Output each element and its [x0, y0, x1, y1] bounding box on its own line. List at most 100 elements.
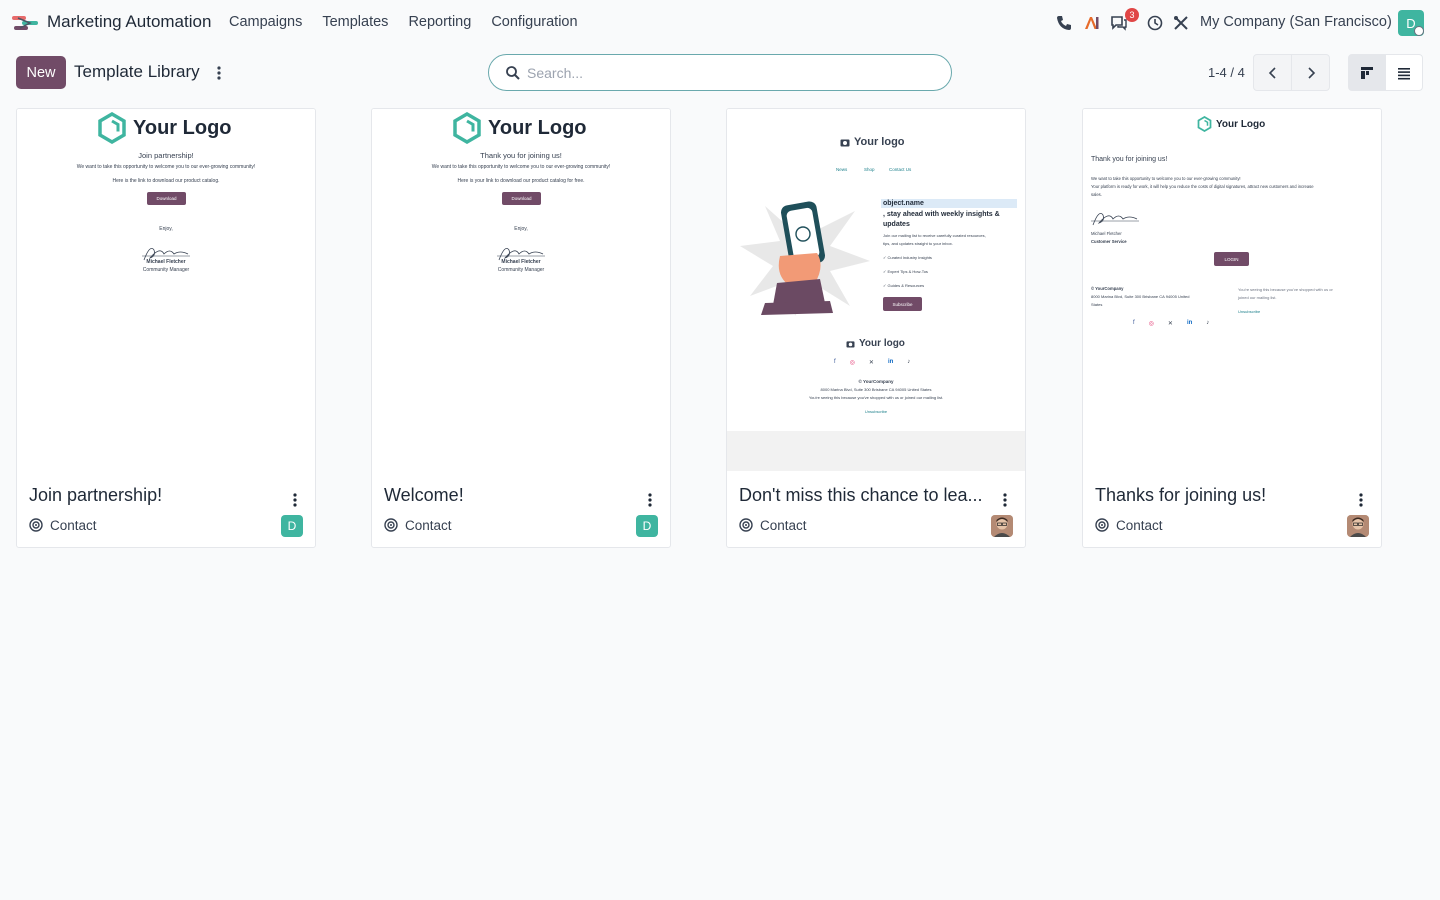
target-icon: [739, 518, 753, 532]
preview-download-button: Download: [147, 192, 186, 205]
kanban-view-button[interactable]: [1348, 54, 1386, 91]
template-preview[interactable]: Your Logo Join partnership! We want to t…: [17, 109, 315, 471]
x-icon: ✕: [868, 360, 874, 366]
template-preview[interactable]: Your Logo Thank you for joining us! We w…: [1083, 109, 1381, 471]
preview-logo-text: Your Logo: [133, 116, 232, 139]
instagram-icon: ◎: [849, 360, 855, 366]
preview-text: Here is your link to download our produc…: [457, 178, 585, 184]
preview-bullet: ✓ Expert Tips & How-Tos: [883, 269, 928, 274]
menu-configuration[interactable]: Configuration: [491, 14, 577, 30]
phone-hand-illustration: [740, 201, 870, 316]
card-kebab-icon[interactable]: [997, 491, 1013, 509]
card-kebab-icon[interactable]: [1353, 491, 1369, 509]
preview-headline: , stay ahead with weekly insights & upda…: [883, 211, 1000, 228]
linkedin-icon: in: [887, 359, 894, 365]
target-icon: [1095, 518, 1109, 532]
preview-address: States: [1091, 302, 1103, 307]
menu-campaigns[interactable]: Campaigns: [229, 14, 302, 30]
preview-nav-shop: Shop: [864, 167, 875, 172]
facebook-icon: f: [1133, 320, 1135, 326]
preview-role: Customer Service: [1091, 239, 1127, 244]
social-icons: f ◎ ✕ in ♪: [834, 359, 910, 366]
target-icon: [384, 518, 398, 532]
preview-signer: Michael Fletcher: [146, 259, 186, 265]
preview-bullet: ✓ Guides & Resources: [883, 283, 925, 288]
card-kebab-icon[interactable]: [287, 491, 303, 509]
preview-nav-news: News: [836, 167, 848, 172]
card-avatar[interactable]: D: [636, 515, 658, 537]
preview-text: tips, and updates straight to your inbox…: [883, 241, 953, 246]
card-title[interactable]: Thanks for joining us!: [1095, 485, 1357, 506]
debug-tools-icon[interactable]: [1172, 14, 1190, 32]
preview-text: Your platform is ready for work, it will…: [1091, 184, 1314, 189]
template-card[interactable]: Your Logo Join partnership! We want to t…: [16, 108, 316, 548]
preview-notice: joined our mailing list.: [1238, 295, 1277, 300]
template-card[interactable]: Your Logo Thank you for joining us! We w…: [371, 108, 671, 548]
preview-text: We want to take this opportunity to welc…: [431, 164, 611, 170]
camera-icon: [840, 139, 850, 146]
pager-next-button[interactable]: [1291, 54, 1330, 91]
preview-heading: Thank you for joining us!: [1091, 156, 1168, 163]
search-bar: [488, 54, 952, 91]
preview-signer: Michael Fletcher: [501, 259, 541, 265]
preview-company: © YourCompany: [1091, 286, 1124, 291]
preview-signer: Michael Fletcher: [1091, 231, 1122, 236]
preview-nav-contact: Contact Us: [889, 167, 912, 172]
pager-previous-button[interactable]: [1253, 54, 1292, 91]
menu-templates[interactable]: Templates: [322, 14, 388, 30]
preview-unsubscribe-link: Unsubscribe: [1238, 309, 1261, 314]
search-icon: [506, 66, 520, 80]
preview-footer-band: [727, 431, 1025, 471]
user-photo-icon: [1347, 515, 1369, 537]
hexagon-logo-icon: [98, 112, 126, 144]
menu-reporting[interactable]: Reporting: [408, 14, 471, 30]
preview-role: Community Manager: [142, 267, 190, 273]
pager-value[interactable]: 1-4 / 4: [1208, 65, 1245, 80]
card-title[interactable]: Join partnership!: [29, 485, 291, 506]
preview-heading: Thank you for joining us!: [480, 151, 562, 160]
new-button[interactable]: New: [16, 56, 66, 89]
actions-kebab-icon[interactable]: [212, 64, 226, 82]
x-icon: ✕: [1167, 321, 1173, 327]
preview-logo-text: Your Logo: [488, 116, 587, 139]
tiktok-icon: ♪: [907, 359, 911, 365]
tiktok-icon: ♪: [1206, 320, 1210, 326]
preview-text: We want to take this opportunity to welc…: [76, 164, 256, 170]
hexagon-logo-icon: [1197, 116, 1212, 132]
template-preview[interactable]: Your logo News Shop Contact Us object.na…: [727, 109, 1025, 471]
card-avatar-photo[interactable]: [991, 515, 1013, 537]
preview-role: Community Manager: [497, 267, 545, 273]
template-card[interactable]: Your Logo Thank you for joining us! We w…: [1082, 108, 1382, 548]
chevron-left-icon: [1268, 66, 1276, 79]
ai-assistant-icon[interactable]: [1083, 14, 1101, 32]
kanban-view-icon: [1361, 66, 1373, 79]
page-title: Template Library: [74, 62, 200, 81]
preview-text: Here is the link to download our product…: [112, 178, 220, 184]
preview-text: Enjoy,: [514, 226, 528, 232]
marketing-automation-app-icon[interactable]: [12, 12, 40, 34]
preview-text: We want to take this opportunity to welc…: [1091, 176, 1241, 181]
card-avatar[interactable]: D: [281, 515, 303, 537]
preview-text: sales.: [1091, 192, 1102, 197]
preview-logo-text: Your logo: [854, 136, 905, 148]
phone-icon[interactable]: [1055, 14, 1073, 32]
card-model: Contact: [405, 518, 452, 533]
social-icons: f ◎ ✕ in ♪: [1133, 320, 1209, 327]
card-title[interactable]: Welcome!: [384, 485, 646, 506]
list-view-button[interactable]: [1385, 54, 1423, 91]
activity-clock-icon[interactable]: [1146, 14, 1164, 32]
preview-notice: You're seeing this because you've shoppe…: [808, 395, 944, 400]
card-kebab-icon[interactable]: [642, 491, 658, 509]
card-title[interactable]: Don't miss this chance to lea...: [739, 485, 1001, 506]
card-avatar-photo[interactable]: [1347, 515, 1369, 537]
app-name[interactable]: Marketing Automation: [47, 12, 211, 32]
facebook-icon: f: [834, 359, 836, 365]
company-switcher[interactable]: My Company (San Francisco): [1200, 14, 1392, 30]
chevron-right-icon: [1307, 66, 1315, 79]
template-preview[interactable]: Your Logo Thank you for joining us! We w…: [372, 109, 670, 471]
search-input[interactable]: [527, 63, 927, 83]
preview-bullet: ✓ Curated Industry Insights: [883, 255, 932, 260]
preview-logo-text: Your Logo: [1216, 118, 1266, 130]
template-card[interactable]: Your logo News Shop Contact Us object.na…: [726, 108, 1026, 548]
list-view-icon: [1398, 67, 1410, 79]
